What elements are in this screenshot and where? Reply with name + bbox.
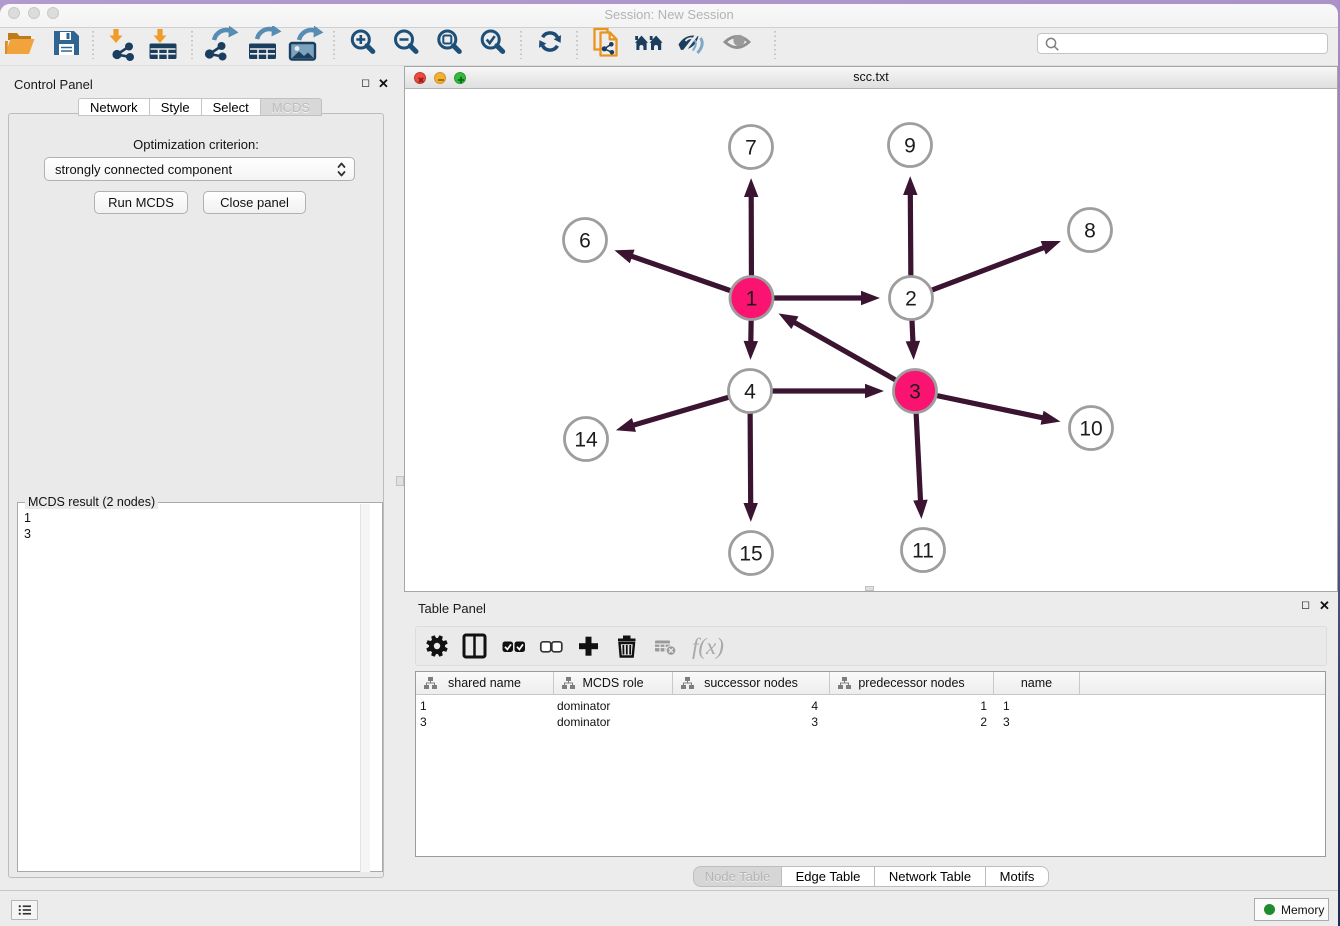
svg-text:7: 7 (745, 137, 757, 160)
svg-text:8: 8 (1084, 220, 1096, 243)
svg-text:6: 6 (579, 230, 591, 253)
svg-text:10: 10 (1079, 418, 1102, 441)
svg-text:3: 3 (909, 381, 921, 404)
svg-text:11: 11 (912, 540, 934, 563)
svg-text:4: 4 (744, 381, 756, 404)
svg-text:1: 1 (746, 288, 758, 311)
svg-text:f(x): f(x) (692, 634, 724, 659)
svg-text:14: 14 (574, 429, 598, 452)
svg-text:15: 15 (739, 543, 762, 566)
svg-text:2: 2 (905, 288, 917, 311)
svg-text:9: 9 (904, 135, 916, 158)
